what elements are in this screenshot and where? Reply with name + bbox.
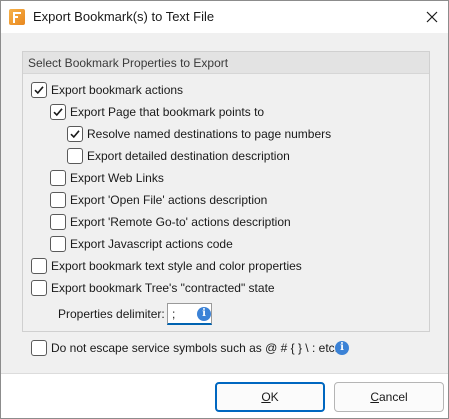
properties-delimiter-label: Properties delimiter: bbox=[58, 307, 165, 321]
export-page-label: Export Page that bookmark points to bbox=[70, 105, 265, 119]
button-bar: OK Cancel bbox=[1, 373, 448, 418]
close-button[interactable] bbox=[417, 5, 447, 29]
checkmark-icon bbox=[34, 86, 44, 95]
info-icon[interactable]: i bbox=[335, 341, 349, 355]
export-text-style-checkbox[interactable] bbox=[31, 258, 47, 274]
export-open-file-checkbox[interactable] bbox=[50, 192, 66, 208]
no-escape-checkbox[interactable] bbox=[31, 340, 47, 356]
export-actions-checkbox[interactable] bbox=[31, 82, 47, 98]
export-web-links-label: Export Web Links bbox=[70, 171, 164, 185]
export-actions-label: Export bookmark actions bbox=[51, 83, 184, 97]
export-javascript-label: Export Javascript actions code bbox=[70, 237, 233, 251]
app-icon bbox=[9, 9, 25, 25]
title-bar: Export Bookmark(s) to Text File bbox=[1, 1, 448, 33]
export-web-links-checkbox[interactable] bbox=[50, 170, 66, 186]
properties-delimiter-value: ; bbox=[172, 307, 176, 321]
checkmark-icon bbox=[70, 130, 80, 139]
export-text-style-label: Export bookmark text style and color pro… bbox=[51, 259, 302, 273]
export-contracted-checkbox[interactable] bbox=[31, 280, 47, 296]
cancel-button[interactable]: Cancel bbox=[334, 382, 444, 412]
resolve-named-label: Resolve named destinations to page numbe… bbox=[87, 127, 332, 141]
ok-button[interactable]: OK bbox=[215, 382, 325, 412]
checkmark-icon bbox=[53, 108, 63, 117]
group-title: Select Bookmark Properties to Export bbox=[28, 56, 229, 70]
export-detailed-label: Export detailed destination description bbox=[87, 149, 290, 163]
export-bookmarks-dialog: Export Bookmark(s) to Text File Select B… bbox=[0, 0, 449, 419]
export-remote-goto-label: Export 'Remote Go-to' actions descriptio… bbox=[70, 215, 291, 229]
export-open-file-label: Export 'Open File' actions description bbox=[70, 193, 268, 207]
window-title: Export Bookmark(s) to Text File bbox=[33, 9, 215, 24]
export-contracted-label: Export bookmark Tree's "contracted" stat… bbox=[51, 281, 275, 295]
export-javascript-checkbox[interactable] bbox=[50, 236, 66, 252]
export-page-checkbox[interactable] bbox=[50, 104, 66, 120]
no-escape-label: Do not escape service symbols such as @ … bbox=[51, 341, 338, 355]
cancel-label-rest: ancel bbox=[378, 390, 408, 404]
resolve-named-checkbox[interactable] bbox=[67, 126, 83, 142]
info-icon[interactable]: i bbox=[197, 307, 211, 321]
cancel-accelerator: C bbox=[370, 390, 379, 404]
close-icon bbox=[426, 11, 438, 23]
ok-label-rest: K bbox=[270, 390, 279, 404]
group-header: Select Bookmark Properties to Export bbox=[23, 52, 429, 74]
export-detailed-checkbox[interactable] bbox=[67, 148, 83, 164]
export-remote-goto-checkbox[interactable] bbox=[50, 214, 66, 230]
ok-accelerator: O bbox=[261, 390, 271, 404]
